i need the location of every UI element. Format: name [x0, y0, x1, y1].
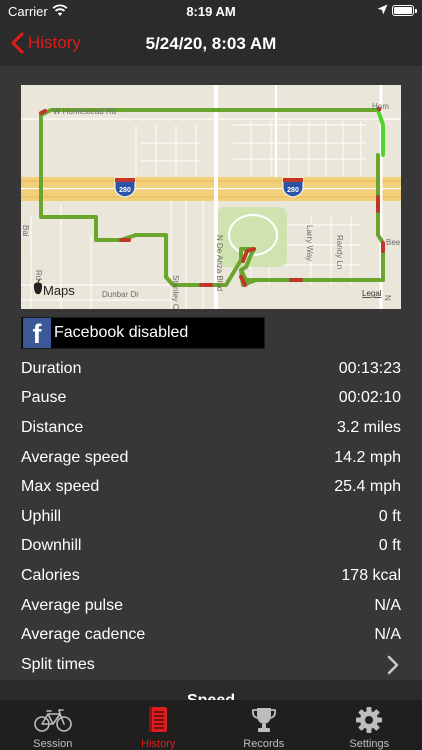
street-label: Bai [21, 225, 30, 237]
tab-label: History [141, 738, 176, 750]
street-label: Dunbar Dr [102, 290, 139, 299]
street-label: W Homestead Rd [53, 107, 116, 116]
battery-icon [392, 5, 417, 16]
bicycle-icon [33, 709, 72, 732]
stat-label: Duration [21, 359, 82, 377]
page-title: 5/24/20, 8:03 AM [145, 34, 277, 53]
legal-link[interactable]: Legal [362, 289, 382, 298]
chevron-right-icon [387, 655, 399, 675]
stat-value: 00:02:10 [338, 389, 401, 407]
svg-text:280: 280 [287, 187, 299, 194]
apple-logo-icon [33, 282, 43, 295]
street-label: Rd [34, 270, 43, 280]
tab-label: Settings [349, 738, 390, 750]
session-stats: Duration 00:13:23 Pause 00:02:10 Distanc… [21, 354, 401, 680]
facebook-icon: f [23, 318, 51, 348]
stat-row-average-speed: Average speed 14.2 mph [21, 443, 401, 473]
street-label: Bee [386, 238, 401, 247]
stat-value: 00:13:23 [338, 359, 401, 377]
stat-label: Max speed [21, 478, 100, 496]
stat-value: N/A [374, 626, 401, 644]
tab-settings[interactable]: Settings [317, 700, 422, 750]
facebook-status-button[interactable]: f Facebook disabled [21, 317, 265, 349]
gear-icon [356, 707, 383, 733]
tab-records[interactable]: Records [211, 700, 317, 750]
status-time: 8:19 AM [186, 4, 236, 19]
svg-text:Maps: Maps [43, 283, 75, 298]
route-map[interactable]: W Homestead Rd Hom Bee Dunbar Dr N De An… [21, 85, 401, 309]
freeway-shield: 280 [282, 177, 304, 198]
stat-label: Uphill [21, 507, 62, 525]
freeway-shield: 280 [114, 177, 136, 198]
split-times-label: Split times [21, 655, 95, 673]
facebook-status-label: Facebook disabled [54, 324, 189, 341]
stat-row-pause: Pause 00:02:10 [21, 384, 401, 414]
stat-label: Pause [21, 389, 67, 407]
route-map-canvas: W Homestead Rd Hom Bee Dunbar Dr N De An… [21, 85, 401, 309]
tab-session[interactable]: Session [0, 700, 106, 750]
street-label: N De Anza Blvd [215, 235, 224, 291]
stat-row-max-speed: Max speed 25.4 mph [21, 472, 401, 502]
stat-value: N/A [374, 596, 401, 614]
stat-value: 14.2 mph [334, 448, 401, 466]
split-times-row[interactable]: Split times [21, 650, 401, 680]
stat-value: 178 kcal [341, 566, 401, 584]
stat-value: 0 ft [378, 507, 401, 525]
stat-label: Calories [21, 566, 80, 584]
speed-section-header: Speed [0, 680, 422, 702]
stat-row-average-cadence: Average cadence N/A [21, 620, 401, 650]
street-label: Larry Way [305, 225, 314, 261]
street-label: Stanley Ct [171, 275, 180, 309]
stat-row-uphill: Uphill 0 ft [21, 502, 401, 532]
stat-row-average-pulse: Average pulse N/A [21, 591, 401, 621]
svg-text:280: 280 [119, 187, 131, 194]
stat-row-downhill: Downhill 0 ft [21, 532, 401, 562]
stat-row-calories: Calories 178 kcal [21, 561, 401, 591]
tab-label: Session [33, 738, 73, 750]
street-label: Randy Ln [335, 235, 344, 269]
stat-row-distance: Distance 3.2 miles [21, 413, 401, 443]
maps-attribution: Maps [33, 279, 75, 298]
tab-label: Records [243, 738, 285, 750]
street-label: N [383, 295, 392, 301]
location-arrow-icon [377, 4, 388, 15]
stat-value: 25.4 mph [334, 478, 401, 496]
trophy-icon [251, 708, 276, 732]
street-label: Hom [372, 102, 389, 111]
nav-bar: History 5/24/20, 8:03 AM [0, 24, 422, 66]
stat-value: 3.2 miles [336, 418, 401, 436]
stat-label: Average cadence [21, 626, 146, 644]
status-bar: Carrier 8:19 AM [0, 0, 422, 24]
stat-label: Downhill [21, 537, 82, 555]
tab-bar: Session History Records Settings [0, 700, 422, 750]
stat-row-duration: Duration 00:13:23 [21, 354, 401, 384]
tab-history[interactable]: History [106, 700, 212, 750]
stat-value: 0 ft [378, 537, 401, 555]
logbook-icon [149, 707, 168, 732]
stat-label: Distance [21, 418, 84, 436]
stat-label: Average speed [21, 448, 129, 466]
stat-label: Average pulse [21, 596, 123, 614]
